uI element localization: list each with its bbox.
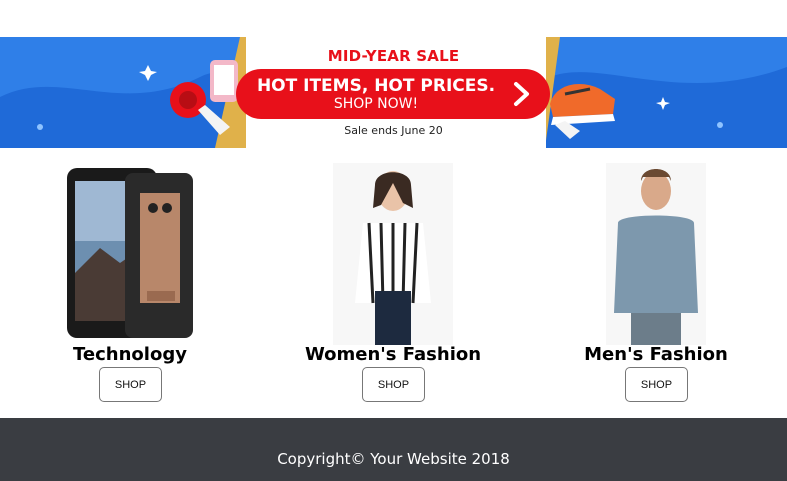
- footer: Copyright© Your Website 2018: [0, 418, 787, 481]
- smartphone-image: [67, 168, 193, 338]
- sale-ends-text: Sale ends June 20: [344, 124, 443, 137]
- headphones-icon: [170, 60, 238, 135]
- womens-fashion-image: [333, 163, 453, 345]
- product-title: Technology: [73, 344, 187, 365]
- sale-title: MID-YEAR SALE: [327, 47, 460, 65]
- product-title: Women's Fashion: [304, 344, 482, 365]
- shop-technology-button[interactable]: SHOP: [99, 367, 162, 402]
- shop-now-headline: HOT ITEMS, HOT PRICES.: [256, 76, 496, 96]
- product-title: Men's Fashion: [584, 344, 728, 365]
- shop-womens-fashion-button[interactable]: SHOP: [362, 367, 425, 402]
- chevron-right-icon: [514, 82, 529, 106]
- product-card-mens-fashion: Men's Fashion SHOP: [556, 163, 756, 403]
- product-card-womens-fashion: Women's Fashion SHOP: [293, 163, 493, 403]
- copyright-text: Copyright© Your Website 2018: [277, 450, 510, 468]
- shop-now-button[interactable]: HOT ITEMS, HOT PRICES. SHOP NOW!: [236, 69, 550, 119]
- product-card-technology: Technology SHOP: [30, 163, 230, 403]
- promo-banner[interactable]: MID-YEAR SALE HOT ITEMS, HOT PRICES. SHO…: [0, 37, 787, 148]
- shop-mens-fashion-button[interactable]: SHOP: [625, 367, 688, 402]
- sneaker-icon: [550, 84, 615, 139]
- mens-fashion-image: [606, 163, 706, 345]
- shop-now-label: SHOP NOW!: [333, 96, 419, 112]
